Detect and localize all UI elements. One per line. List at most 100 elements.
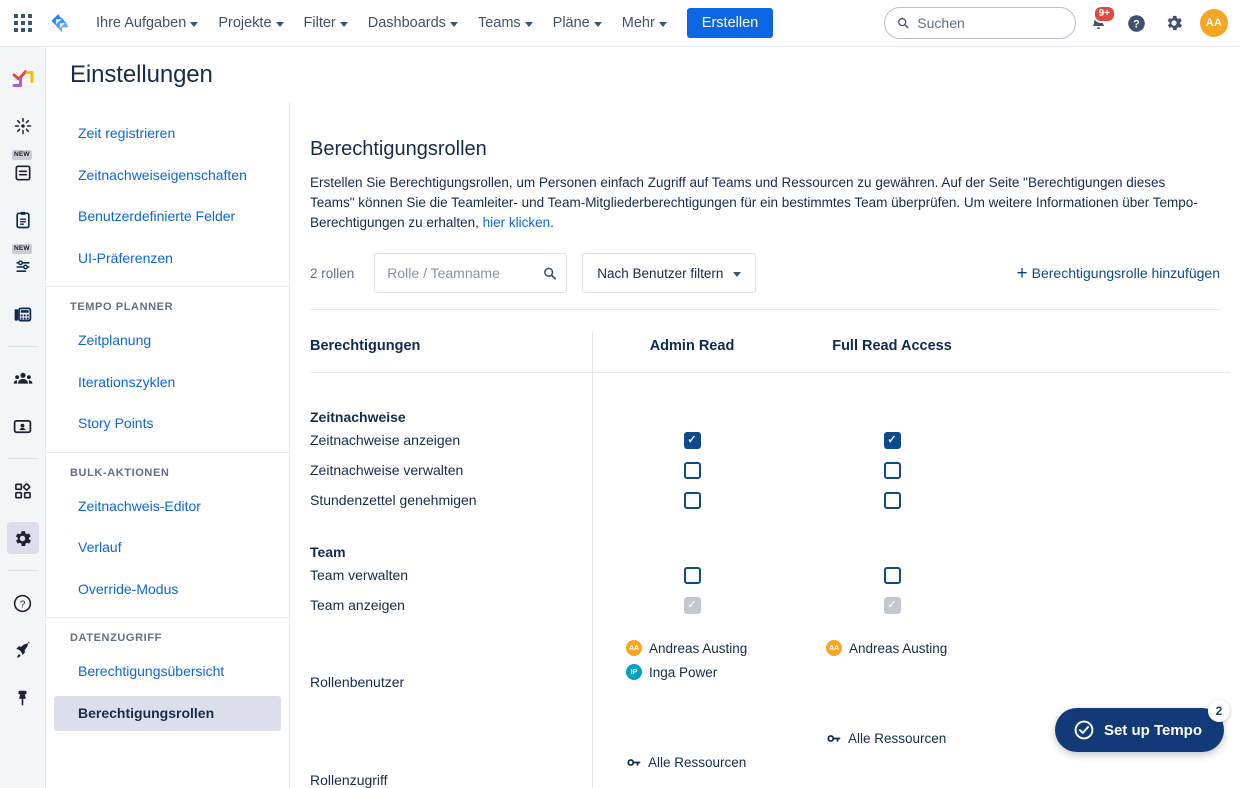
sidebar-item-iterationszyklen[interactable]: Iterationszyklen: [54, 365, 281, 401]
create-button[interactable]: Erstellen: [686, 8, 774, 38]
description-help-link[interactable]: hier klicken: [483, 215, 551, 230]
role-access-value: Alle Ressourcen: [848, 731, 947, 746]
global-search-box[interactable]: [884, 7, 1076, 39]
checkbox-stundenzettel-genehmigen-admin-read[interactable]: [683, 491, 701, 509]
nav-item-label: Dashboards: [367, 15, 446, 31]
nav-item-projekte[interactable]: Projekte: [209, 9, 292, 37]
sidebar-item-berechtigungsuebersicht[interactable]: Berechtigungsübersicht: [54, 654, 281, 690]
avatar: AA: [826, 640, 842, 656]
sidebar-item-berechtigungsrollen[interactable]: Berechtigungsrollen: [54, 695, 281, 731]
cell-role-access-admin-read: Alle Ressourcen: [592, 730, 792, 770]
role-access-value: Alle Ressourcen: [648, 755, 747, 770]
apps-shapes-icon: [14, 483, 31, 499]
nav-item-teams[interactable]: Teams: [469, 9, 542, 37]
tempo-logo[interactable]: [7, 63, 39, 95]
rocket-icon-button[interactable]: [7, 634, 39, 666]
checkbox-zeitnachweise-anzeigen-full-read[interactable]: [883, 431, 901, 449]
people-group-icon: [13, 372, 32, 384]
pin-icon-button[interactable]: [7, 681, 39, 713]
sidebar-item-verlauf[interactable]: Verlauf: [54, 530, 281, 566]
sidebar-section-heading: DATENZUGRIFF: [70, 632, 162, 644]
nav-item-filter[interactable]: Filter: [295, 9, 357, 37]
nav-item-label: Ihre Aufgaben: [96, 15, 187, 31]
checkbox-team-verwalten-full-read[interactable]: [883, 566, 901, 584]
people-group-icon-button[interactable]: [7, 363, 39, 395]
sidebar-item-settings[interactable]: [6, 522, 39, 554]
nav-item-label: Filter: [303, 15, 336, 31]
gear-icon: [1167, 15, 1182, 31]
sidebar-item-benutzerdefinierte-felder[interactable]: Benutzerdefinierte Felder: [54, 199, 281, 235]
calculator-icon: [14, 307, 32, 321]
sidebar-item-zeitplanung[interactable]: Zeitplanung: [54, 323, 281, 359]
nav-item-mehr[interactable]: Mehr: [613, 9, 676, 37]
gear-icon: [15, 530, 31, 546]
table-row: Team anzeigen: [310, 590, 1220, 620]
set-up-tempo-button[interactable]: Set up Tempo 2: [1054, 700, 1230, 752]
add-permission-role-button[interactable]: + Berechtigungsrolle hinzufügen: [1017, 264, 1220, 283]
role-search-input[interactable]: [387, 265, 543, 281]
tempo-burst-icon: [14, 117, 31, 135]
grid-apps-icon[interactable]: [10, 10, 36, 36]
svg-text:?: ?: [1133, 18, 1140, 30]
cell-role-users-admin-read: AA Andreas Austing IP Inga Power: [592, 640, 792, 688]
filter-by-user-label: Nach Benutzer filtern: [597, 265, 724, 281]
help-button[interactable]: ?: [1120, 7, 1152, 39]
nav-item-plaene[interactable]: Pläne: [544, 9, 611, 37]
sidebar-top-group: Zeit registrieren Zeitnachweiseigenschaf…: [46, 102, 289, 276]
help-circle-icon: ?: [1127, 14, 1145, 32]
sidebar-item-zeitnachweis-editor[interactable]: Zeitnachweis-Editor: [54, 489, 281, 525]
sidebar-item-zeit-registrieren[interactable]: Zeit registrieren: [54, 116, 281, 152]
list-item[interactable]: Alle Ressourcen: [826, 731, 946, 746]
section-title: Berechtigungsrollen: [310, 138, 487, 160]
sidebar-item-ui-praeferenzen[interactable]: UI-Präferenzen: [54, 241, 281, 277]
list-item[interactable]: AA Andreas Austing: [826, 640, 947, 656]
row-label: Zeitnachweise verwalten: [310, 462, 464, 478]
key-icon: [827, 735, 841, 742]
role-search-box[interactable]: [374, 253, 568, 293]
table-row: Zeitnachweise verwalten: [310, 455, 1220, 485]
user-avatar[interactable]: AA: [1200, 9, 1228, 37]
list-item[interactable]: Alle Ressourcen: [626, 755, 746, 770]
help-icon-button[interactable]: ?: [7, 587, 39, 619]
chevron-down-icon: [593, 21, 602, 27]
help-circle-icon: ?: [13, 594, 32, 612]
nav-item-ihre-aufgaben[interactable]: Ihre Aufgaben: [87, 9, 207, 37]
checkbox-zeitnachweise-anzeigen-admin-read[interactable]: [683, 431, 701, 449]
sidebar-item-story-points[interactable]: Story Points: [54, 406, 281, 442]
row-label: Zeitnachweise anzeigen: [310, 432, 461, 448]
nav-item-dashboards[interactable]: Dashboards: [359, 9, 467, 37]
cell-full-read-access: [792, 566, 992, 584]
settings-button[interactable]: [1158, 7, 1190, 39]
jira-logo-icon[interactable]: [44, 8, 74, 38]
list-item[interactable]: AA Andreas Austing: [626, 640, 747, 656]
notification-badge: 9+: [1092, 5, 1116, 23]
sidebar-item-override-modus[interactable]: Override-Modus: [54, 572, 281, 608]
global-search-input[interactable]: [917, 15, 1063, 31]
id-card-icon-button[interactable]: [7, 410, 39, 442]
clipboard-icon-button[interactable]: [7, 204, 39, 236]
sidebar-item-zeitnachweiseigenschaften[interactable]: Zeitnachweiseigenschaften: [54, 158, 281, 194]
sidebar-section-datenzugriff: DATENZUGRIFF Berechtigungsübersicht Bere…: [46, 617, 289, 731]
section-description: Erstellen Sie Berechtigungsrollen, um Pe…: [310, 173, 1210, 233]
column-header-admin-read: Admin Read: [649, 338, 735, 354]
list-item[interactable]: IP Inga Power: [626, 664, 717, 680]
table-row: Team verwalten: [310, 560, 1220, 590]
calculator-icon-button[interactable]: [7, 298, 39, 330]
table-group-row: Team: [310, 515, 1220, 560]
notifications-button[interactable]: 9+: [1082, 5, 1116, 39]
sidebar-section-heading: TEMPO PLANNER: [70, 301, 174, 313]
row-label: Team verwalten: [310, 567, 409, 583]
document-lines-icon-button[interactable]: NEW: [7, 150, 39, 189]
table-group-row: Zeitnachweise: [310, 373, 1220, 425]
checkbox-team-anzeigen-admin-read: [683, 596, 701, 614]
nav-item-label: Projekte: [218, 15, 272, 31]
apps-shapes-icon-button[interactable]: [7, 475, 39, 507]
checkbox-team-verwalten-admin-read[interactable]: [683, 566, 701, 584]
nav-item-label: Pläne: [552, 15, 590, 31]
checkbox-zeitnachweise-verwalten-full-read[interactable]: [883, 461, 901, 479]
list-settings-icon-button[interactable]: NEW: [7, 244, 39, 283]
checkbox-zeitnachweise-verwalten-admin-read[interactable]: [683, 461, 701, 479]
filter-by-user-dropdown[interactable]: Nach Benutzer filtern: [582, 253, 757, 293]
checkbox-stundenzettel-genehmigen-full-read[interactable]: [883, 491, 901, 509]
tempo-burst-icon-button[interactable]: [7, 110, 39, 142]
